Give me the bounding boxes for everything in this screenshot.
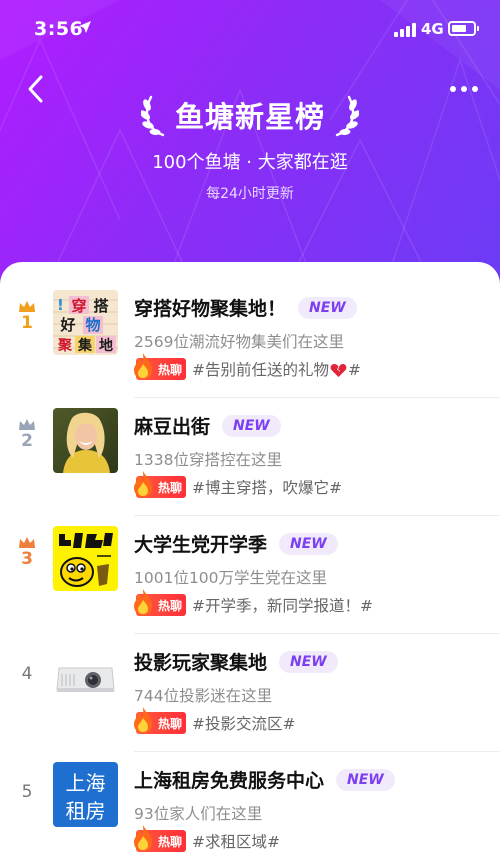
list-item-rank-5[interactable]: 5 上海 租房 上海租房免费服务中心 NEW 93位家人们在这里 热聊 #求租区… <box>0 752 500 865</box>
list-item-rank-2[interactable]: 2 麻豆出街 NEW 1338位穿搭控在这里 热聊 #博主穿搭，吹爆它# <box>0 398 500 516</box>
flame-icon <box>134 707 152 733</box>
silver-crown-icon <box>19 419 35 430</box>
member-count-text: 2569位潮流好物集美们在这里 <box>134 333 344 351</box>
laurel-left-icon <box>140 95 165 137</box>
flame-icon <box>134 471 152 497</box>
list-item-rank-4[interactable]: 4 投影玩家聚集地 NEW 744位投影迷在这里 热聊 #投影交流区# <box>0 634 500 752</box>
new-badge: NEW <box>279 532 338 555</box>
new-badge: NEW <box>298 296 357 319</box>
list-item-rank-3[interactable]: 3 大学生党开学季 NEW 1001位100万学生党在这里 热聊 #开学季，新同… <box>0 516 500 634</box>
page-title: 鱼塘新星榜 <box>174 100 325 134</box>
list-item-rank-1[interactable]: 1 ! 穿 搭 好 物 聚 集 地 穿搭好物聚集地！ NEW 2569位潮流好物… <box>0 280 500 398</box>
hot-topic-text: #求租区域# <box>192 833 280 851</box>
rank-indicator: 3 <box>12 536 42 576</box>
group-name: 大学生党开学季 <box>134 534 268 556</box>
rank-number: 5 <box>21 782 33 802</box>
hot-chat-label: 热聊 <box>158 480 183 495</box>
member-count-text: 1001位100万学生党在这里 <box>134 569 328 587</box>
update-frequency-note: 每24小时更新 <box>206 186 294 202</box>
member-count-text: 744位投影迷在这里 <box>134 687 273 705</box>
hot-topic-row[interactable]: 热聊 #投影交流区# <box>134 707 296 734</box>
group-name: 上海租房免费服务中心 <box>134 770 325 792</box>
hot-chat-label: 热聊 <box>158 598 183 613</box>
header-banner: 3:56 4G 鱼塘新星榜 100个鱼塘 · 大家都在逛 每24小时更新 <box>0 0 500 300</box>
gold-crown-icon <box>19 301 35 312</box>
rank-indicator: 5 <box>12 772 42 812</box>
hot-chat-label: 热聊 <box>158 362 183 377</box>
projector-image <box>53 644 118 709</box>
hot-chat-badge: 热聊 <box>134 471 187 498</box>
svg-text:上海: 上海 <box>66 771 106 795</box>
hot-chat-badge: 热聊 <box>134 353 187 380</box>
hot-chat-label: 热聊 <box>158 834 183 849</box>
group-thumbnail[interactable] <box>53 526 118 591</box>
group-thumbnail[interactable] <box>53 408 118 473</box>
hot-topic-row[interactable]: 热聊 #告别前任送的礼物 # <box>134 353 362 380</box>
network-type: 4G <box>421 20 444 38</box>
group-name: 投影玩家聚集地 <box>134 652 268 674</box>
group-name: 麻豆出街 <box>134 416 211 438</box>
name-row: 穿搭好物聚集地！ NEW <box>134 294 357 321</box>
hot-topic-text: #投影交流区# <box>192 715 296 733</box>
hot-chat-label: 热聊 <box>158 716 183 731</box>
hot-topic-row[interactable]: 热聊 #开学季，新同学报道！# <box>134 589 373 616</box>
laurel-right-icon <box>335 95 359 137</box>
group-avatar-image <box>53 408 118 473</box>
svg-text:搭: 搭 <box>93 297 108 315</box>
rank-indicator: 4 <box>12 654 42 694</box>
status-bar: 3:56 4G <box>0 0 500 58</box>
name-row: 大学生党开学季 NEW <box>134 530 338 557</box>
battery-icon <box>448 21 479 36</box>
svg-text:穿: 穿 <box>71 297 86 315</box>
hot-topic-row[interactable]: 热聊 #博主穿搭，吹爆它# <box>134 471 342 498</box>
svg-text:物: 物 <box>85 316 100 334</box>
hot-topic-text: #博主穿搭，吹爆它# <box>192 479 342 497</box>
hot-chat-badge: 热聊 <box>134 825 187 852</box>
hot-chat-badge: 热聊 <box>134 707 187 734</box>
flame-icon <box>134 825 152 851</box>
hot-chat-badge: 热聊 <box>134 589 187 616</box>
group-avatar-image: 上海 租房 <box>53 762 118 827</box>
status-time: 3:56 <box>34 18 84 40</box>
hot-topic-text: #开学季，新同学报道！# <box>192 597 373 615</box>
screen: 3:56 4G 鱼塘新星榜 100个鱼塘 · 大家都在逛 每24小时更新 1 !… <box>0 0 500 865</box>
rank-number: 2 <box>21 431 33 451</box>
flame-icon <box>134 589 152 615</box>
member-count-text: 93位家人们在这里 <box>134 805 263 823</box>
location-arrow-icon <box>79 21 91 33</box>
rank-indicator: 2 <box>12 418 42 458</box>
flame-icon <box>134 353 152 379</box>
group-avatar-image: ! 穿 搭 好 物 聚 集 地 <box>53 290 118 355</box>
new-badge: NEW <box>279 650 338 673</box>
cellular-signal-icon <box>394 23 416 37</box>
member-count-text: 1338位穿搭控在这里 <box>134 451 282 469</box>
rank-number: 1 <box>21 313 33 333</box>
svg-text:集: 集 <box>77 337 93 354</box>
group-thumbnail[interactable]: ! 穿 搭 好 物 聚 集 地 <box>53 290 118 355</box>
group-avatar-image <box>53 526 118 591</box>
group-thumbnail[interactable] <box>53 644 118 709</box>
group-thumbnail[interactable]: 上海 租房 <box>53 762 118 827</box>
rank-indicator: 1 <box>12 300 42 340</box>
name-row: 麻豆出街 NEW <box>134 412 281 439</box>
title-row: 鱼塘新星榜 <box>0 90 500 140</box>
hot-topic-text: #告别前任送的礼物 # <box>192 361 362 379</box>
svg-text:地: 地 <box>99 337 113 354</box>
bronze-crown-icon <box>19 537 35 548</box>
rank-number: 4 <box>21 664 33 684</box>
broken-heart-icon <box>330 364 347 377</box>
svg-text:好: 好 <box>59 316 75 334</box>
header-subtitle: 100个鱼塘 · 大家都在逛 <box>152 152 348 173</box>
new-badge: NEW <box>222 414 281 437</box>
svg-text:!: ! <box>57 296 64 314</box>
svg-text:聚: 聚 <box>57 338 73 354</box>
hot-topic-row[interactable]: 热聊 #求租区域# <box>134 825 280 852</box>
rank-number: 3 <box>21 549 33 569</box>
group-name: 穿搭好物聚集地！ <box>134 298 287 320</box>
name-row: 投影玩家聚集地 NEW <box>134 648 338 675</box>
ranking-list: 1 ! 穿 搭 好 物 聚 集 地 穿搭好物聚集地！ NEW 2569位潮流好物… <box>0 262 500 865</box>
name-row: 上海租房免费服务中心 NEW <box>134 766 395 793</box>
new-badge: NEW <box>336 768 395 791</box>
svg-text:租房: 租房 <box>66 799 106 823</box>
